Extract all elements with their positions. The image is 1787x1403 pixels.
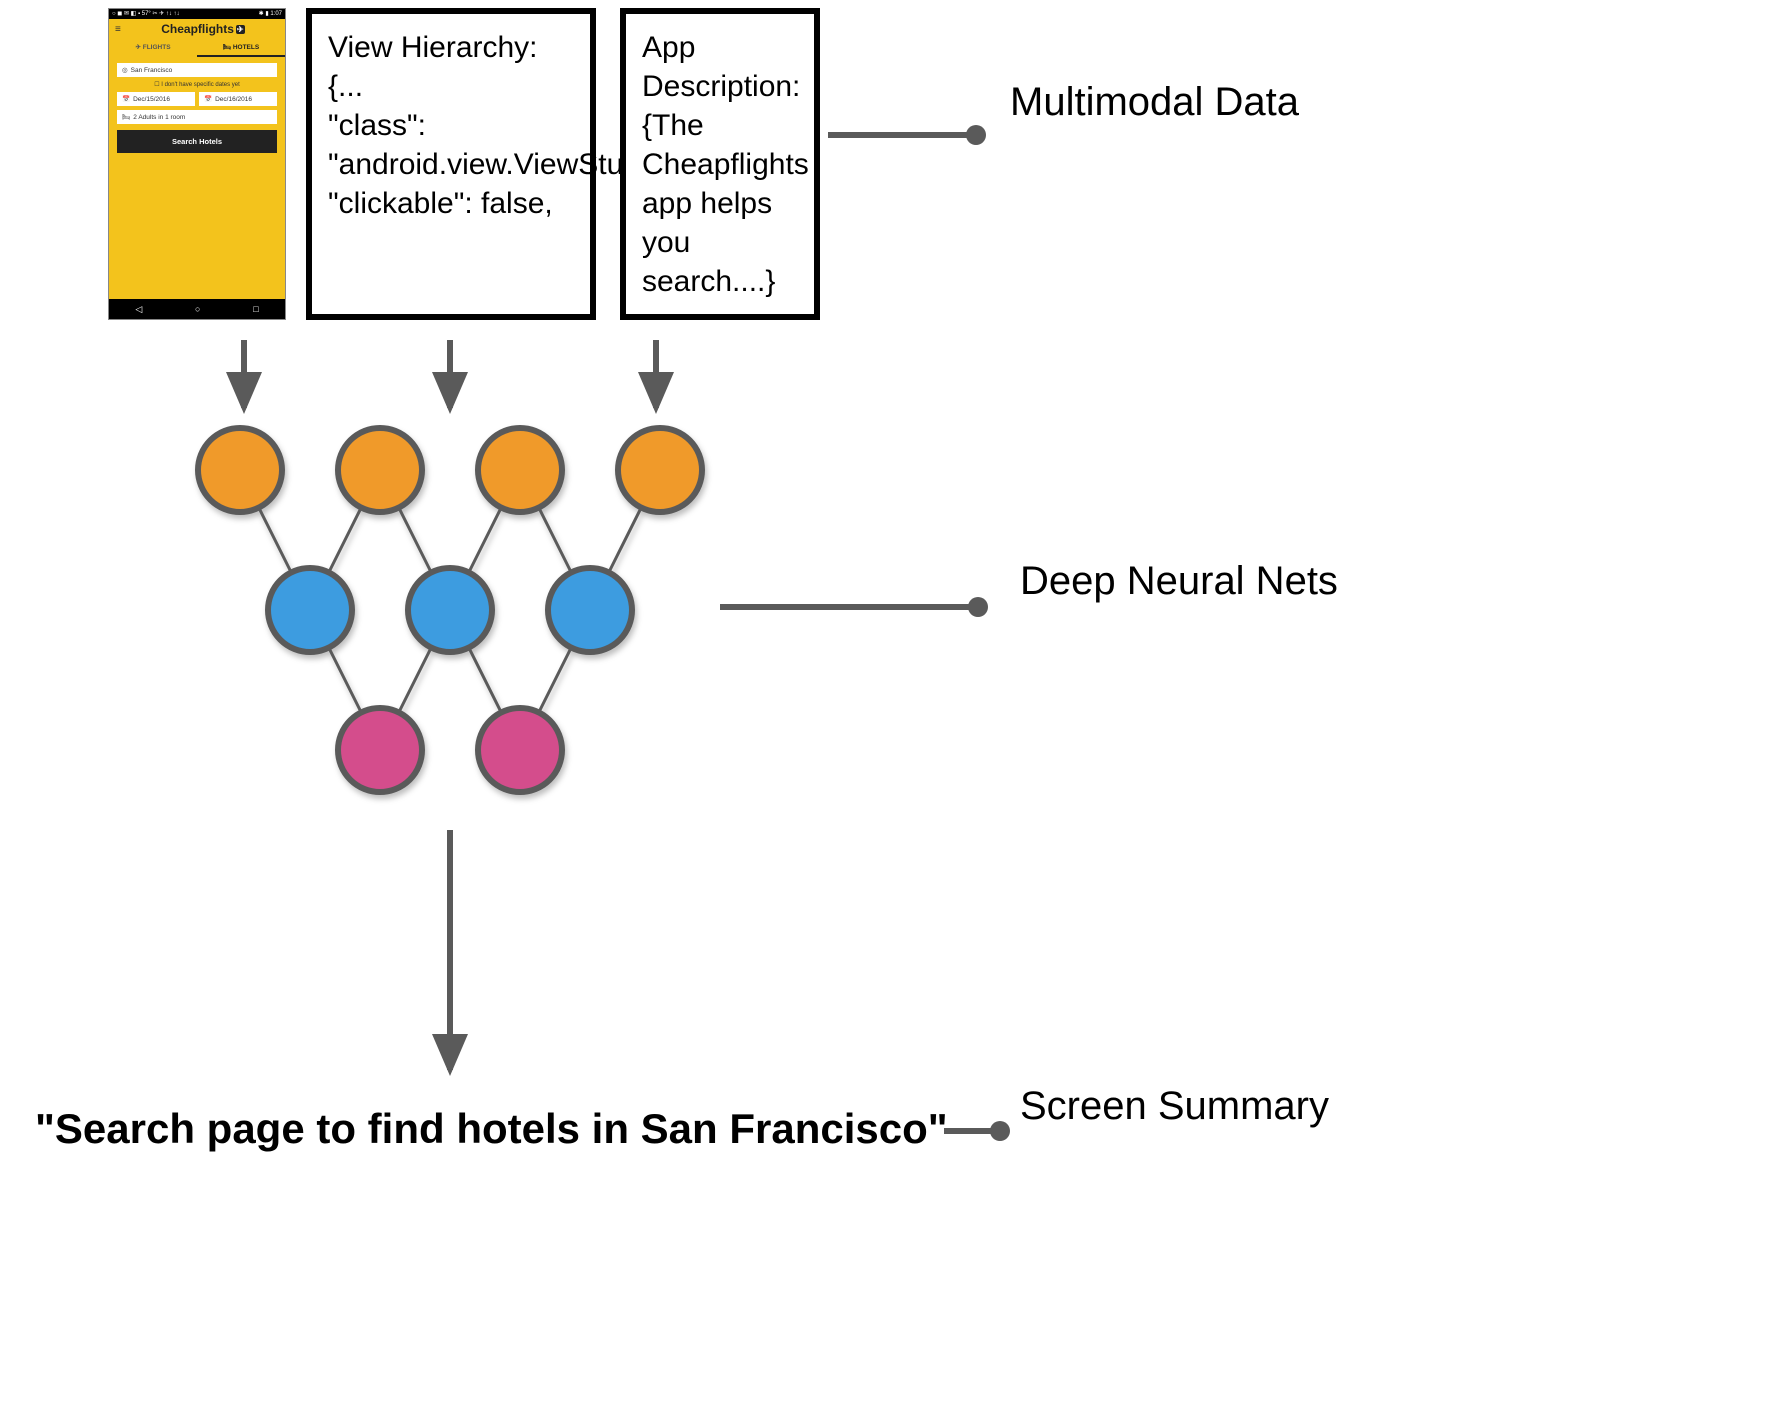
status-left: ○ ◼ ✉ ◧ ▪ 57° ✂ ✈ ↑↓ ↑↓ [112,10,180,18]
search-hotels-button: Search Hotels [117,130,277,153]
phone-app-bar: ≡ Cheapflights ✈ [109,19,285,39]
connector-dot [966,125,986,145]
nn-node [338,708,422,792]
guests-field: 🛏 2 Adults in 1 room [117,110,277,124]
hamburger-icon: ≡ [115,24,121,35]
nn-node [198,428,282,512]
phone-form: ◎ San Francisco ☐ I don't have specific … [109,57,285,159]
date-row: 📅 Dec/15/2016 📅 Dec/16/2016 [117,92,277,106]
calendar-icon: 📅 [122,95,130,103]
brand-text: Cheapflights [161,22,234,36]
tab-flights: ✈ FLIGHTS [109,39,197,57]
tab-hotels: 🛏 HOTELS [197,39,285,57]
checkin-field: 📅 Dec/15/2016 [117,92,195,106]
checkin-text: Dec/15/2016 [133,96,170,103]
label-screen-summary: Screen Summary [1020,1080,1329,1132]
nn-node [478,708,562,792]
connector-dot [968,597,988,617]
nn-node [338,428,422,512]
connector-dot [990,1121,1010,1141]
phone-screenshot: ○ ◼ ✉ ◧ ▪ 57° ✂ ✈ ↑↓ ↑↓ ✱ ▮ 1:07 ≡ Cheap… [108,8,286,320]
connector-dnn [720,604,980,610]
app-description-box: App Description: {The Cheapflights app h… [620,8,820,320]
label-deep-neural-nets: Deep Neural Nets [1020,555,1338,607]
checkout-text: Dec/16/2016 [215,96,252,103]
plane-icon: ✈ [236,25,245,34]
bed-icon: 🛏 [122,113,130,121]
status-right: ✱ ▮ 1:07 [259,10,282,18]
view-hierarchy-box: View Hierarchy: {... "class": "android.v… [306,8,596,320]
no-dates-checkbox: ☐ I don't have specific dates yet [117,81,277,88]
connector-summary [944,1128,1002,1134]
phone-tabs: ✈ FLIGHTS 🛏 HOTELS [109,39,285,57]
nn-node [408,568,492,652]
destination-field: ◎ San Francisco [117,63,277,77]
phone-status-bar: ○ ◼ ✉ ◧ ▪ 57° ✂ ✈ ↑↓ ↑↓ ✱ ▮ 1:07 [109,9,285,19]
nav-recent-icon: □ [253,304,258,314]
screen-summary-output: "Search page to find hotels in San Franc… [35,1105,948,1153]
connector-multimodal [828,132,978,138]
label-multimodal-data: Multimodal Data [1010,76,1299,128]
nn-node [478,428,562,512]
nav-home-icon: ○ [195,304,200,314]
guests-text: 2 Adults in 1 room [133,114,185,121]
nav-back-icon: ◁ [135,304,142,315]
pin-icon: ◎ [122,66,128,74]
nn-node [268,568,352,652]
calendar-icon: 📅 [204,95,212,103]
nn-node [548,568,632,652]
destination-text: San Francisco [131,67,173,74]
checkout-field: 📅 Dec/16/2016 [199,92,277,106]
nn-node [618,428,702,512]
app-brand: Cheapflights ✈ [161,22,244,36]
android-nav-bar: ◁ ○ □ [109,299,285,319]
